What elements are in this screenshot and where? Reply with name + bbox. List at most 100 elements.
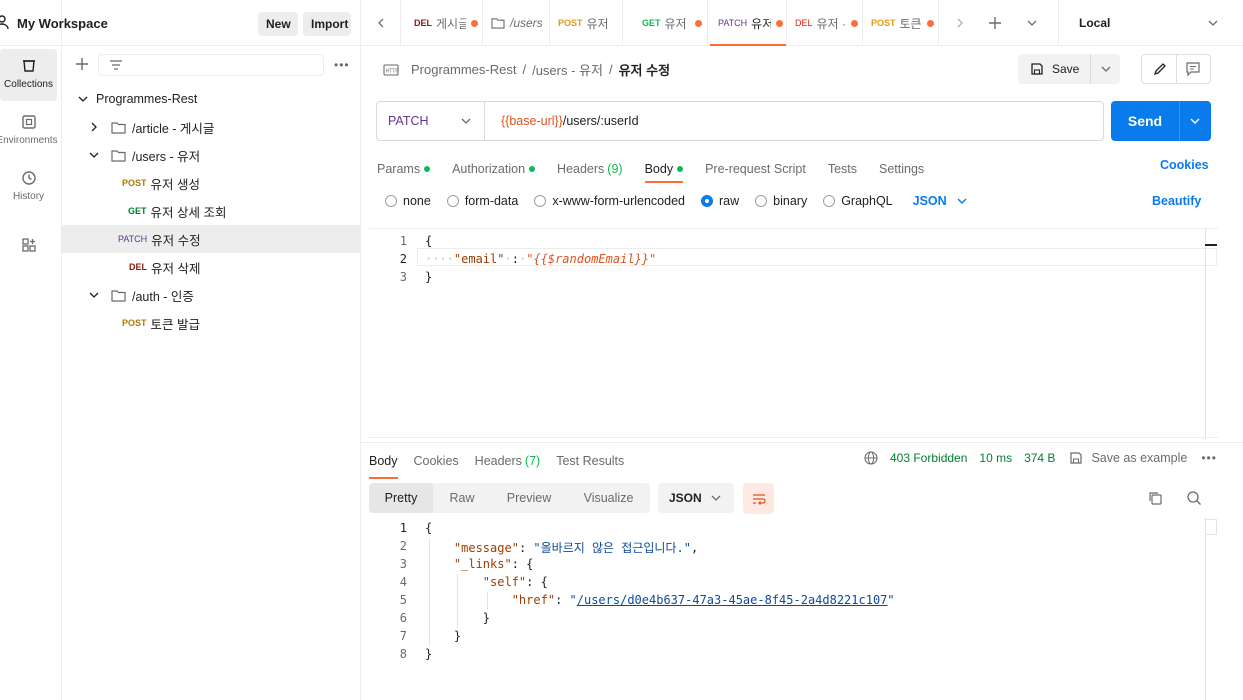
new-tab-button[interactable] bbox=[979, 0, 1011, 46]
folder-users[interactable]: /users - 유저 bbox=[62, 141, 361, 169]
left-rail: Collections Environments History bbox=[0, 0, 62, 700]
folder-article[interactable]: /article - 게시글 bbox=[62, 113, 361, 141]
tab-body[interactable]: Body bbox=[644, 156, 684, 183]
tabs-scroll-left[interactable] bbox=[361, 0, 401, 46]
beautify-link[interactable]: Beautify bbox=[1152, 194, 1201, 208]
status-badge[interactable]: 403 Forbidden bbox=[890, 451, 967, 465]
request-item[interactable]: GET 유저 상세 조회 bbox=[62, 197, 361, 225]
workspace-name[interactable]: My Workspace bbox=[17, 16, 108, 31]
view-raw[interactable]: Raw bbox=[433, 483, 491, 513]
workspace-header: My Workspace New Import bbox=[0, 0, 361, 46]
request-tabs-bar: DEL 게시글 /users POST 유저 GET 유저 PATCH 유저 D… bbox=[361, 0, 1243, 46]
chevron-down-icon bbox=[1208, 20, 1218, 26]
response-tab-test-results[interactable]: Test Results bbox=[556, 450, 624, 472]
history-icon bbox=[21, 171, 36, 185]
wrap-lines-button[interactable] bbox=[743, 483, 774, 514]
body-type-raw[interactable]: raw bbox=[701, 194, 739, 208]
tab-item-active[interactable]: PATCH 유저 bbox=[710, 0, 787, 46]
body-type-graphql[interactable]: GraphQL bbox=[823, 194, 893, 208]
tab-authorization[interactable]: Authorization bbox=[452, 156, 536, 182]
save-icon bbox=[1031, 63, 1043, 75]
radio-button-selected bbox=[701, 195, 713, 207]
chevron-down-icon bbox=[711, 495, 721, 501]
tab-item[interactable]: POST 토큰 bbox=[863, 0, 939, 46]
rail-history[interactable]: History bbox=[0, 161, 57, 213]
chevron-down-icon bbox=[89, 152, 99, 158]
url-bar: PATCH {{base-url}}/users/:userId bbox=[376, 101, 1104, 141]
tab-pre-request-script[interactable]: Pre-request Script bbox=[705, 156, 806, 182]
method-select[interactable]: PATCH bbox=[377, 102, 485, 140]
breadcrumb-folder[interactable]: /users - 유저 bbox=[532, 60, 603, 79]
new-button[interactable]: New bbox=[258, 12, 298, 36]
tab-item[interactable]: POST 유저 bbox=[550, 0, 623, 46]
request-subtabs: Params Authorization Headers (9) Body Pre… bbox=[377, 156, 946, 183]
tabs-menu-button[interactable] bbox=[1016, 0, 1048, 46]
tab-tests[interactable]: Tests bbox=[828, 156, 857, 182]
save-button[interactable]: Save bbox=[1052, 62, 1079, 76]
request-name[interactable]: 유저 수정 bbox=[619, 60, 670, 79]
rail-environments[interactable]: Environments bbox=[0, 105, 58, 157]
user-icon bbox=[0, 15, 9, 30]
body-type-form-data[interactable]: form-data bbox=[446, 194, 518, 208]
more-options-icon[interactable]: ••• bbox=[1201, 451, 1217, 465]
tab-item[interactable]: GET 유저 bbox=[634, 0, 708, 46]
response-tab-body[interactable]: Body bbox=[369, 450, 398, 479]
wrap-icon bbox=[753, 494, 766, 505]
request-item[interactable]: POST 토큰 발급 bbox=[62, 309, 361, 337]
tab-headers[interactable]: Headers (9) bbox=[557, 156, 623, 182]
response-format-select[interactable]: JSON bbox=[658, 483, 734, 513]
cookies-link[interactable]: Cookies bbox=[1160, 158, 1209, 172]
response-size[interactable]: 374 B bbox=[1024, 451, 1055, 465]
unsaved-dot bbox=[776, 19, 784, 27]
chevron-down-icon bbox=[1027, 20, 1037, 26]
breadcrumb-collection[interactable]: Programmes-Rest bbox=[411, 62, 516, 77]
body-type-none[interactable]: none bbox=[385, 194, 431, 208]
response-tab-cookies[interactable]: Cookies bbox=[414, 450, 459, 472]
filter-input[interactable] bbox=[98, 54, 324, 76]
rail-apis[interactable] bbox=[0, 228, 57, 262]
tab-item[interactable]: DEL 유저 · bbox=[787, 0, 863, 46]
globe-icon[interactable] bbox=[864, 451, 878, 465]
body-format-select[interactable]: JSON bbox=[913, 194, 967, 208]
view-visualize[interactable]: Visualize bbox=[567, 483, 650, 513]
folder-auth[interactable]: /auth - 인증 bbox=[62, 281, 361, 309]
send-button[interactable]: Send bbox=[1111, 113, 1179, 129]
pencil-icon[interactable] bbox=[1152, 61, 1168, 77]
view-pretty[interactable]: Pretty bbox=[369, 483, 433, 513]
rail-collections[interactable]: Collections bbox=[0, 49, 57, 101]
url-input[interactable]: {{base-url}}/users/:userId bbox=[485, 114, 639, 128]
import-button[interactable]: Import bbox=[303, 12, 351, 36]
folder-icon bbox=[111, 121, 126, 134]
comment-icon[interactable] bbox=[1185, 61, 1201, 77]
save-as-example-button[interactable]: Save as example bbox=[1091, 451, 1187, 465]
response-tab-headers[interactable]: Headers (7) bbox=[475, 450, 541, 472]
copy-icon[interactable] bbox=[1147, 490, 1163, 506]
body-type-urlencoded[interactable]: x-www-form-urlencoded bbox=[534, 194, 685, 208]
save-options-button[interactable] bbox=[1090, 54, 1120, 84]
more-options-icon[interactable]: ••• bbox=[334, 58, 350, 72]
folder-icon bbox=[111, 289, 126, 302]
tab-item[interactable]: DEL 게시글 bbox=[406, 0, 483, 46]
tab-settings[interactable]: Settings bbox=[879, 156, 924, 182]
search-icon[interactable] bbox=[1186, 490, 1202, 506]
request-editor: HTTP Programmes-Rest / /users - 유저 / 유저 … bbox=[361, 46, 1243, 700]
plus-icon[interactable] bbox=[75, 57, 89, 71]
request-item[interactable]: POST 유저 생성 bbox=[62, 169, 361, 197]
environment-select[interactable]: Local bbox=[1058, 0, 1243, 46]
href-link[interactable]: /users/d0e4b637-47a3-45ae-8f45-2a4d8221c… bbox=[577, 593, 888, 607]
request-item-selected[interactable]: PATCH 유저 수정 bbox=[62, 225, 361, 253]
view-preview[interactable]: Preview bbox=[491, 483, 567, 513]
request-item[interactable]: DEL 유저 삭제 bbox=[62, 253, 361, 281]
tabs-scroll-right[interactable] bbox=[941, 0, 979, 46]
body-type-binary[interactable]: binary bbox=[755, 194, 807, 208]
unsaved-dot bbox=[471, 19, 478, 27]
tab-item[interactable]: /users bbox=[483, 0, 550, 46]
chevron-down-icon bbox=[957, 198, 967, 204]
tab-params[interactable]: Params bbox=[377, 156, 431, 182]
apis-icon bbox=[21, 238, 36, 252]
response-body-viewer[interactable]: 1 2 3 4 5 6 7 8 { "message": "올바르지 않은 접근… bbox=[369, 518, 1218, 700]
request-body-editor[interactable]: 1 2 3 { ····"email"·:·"{{$randomEmail}}"… bbox=[369, 228, 1218, 439]
collection-root[interactable]: Programmes-Rest bbox=[62, 85, 361, 113]
response-time[interactable]: 10 ms bbox=[979, 451, 1012, 465]
send-options-button[interactable] bbox=[1179, 101, 1211, 141]
